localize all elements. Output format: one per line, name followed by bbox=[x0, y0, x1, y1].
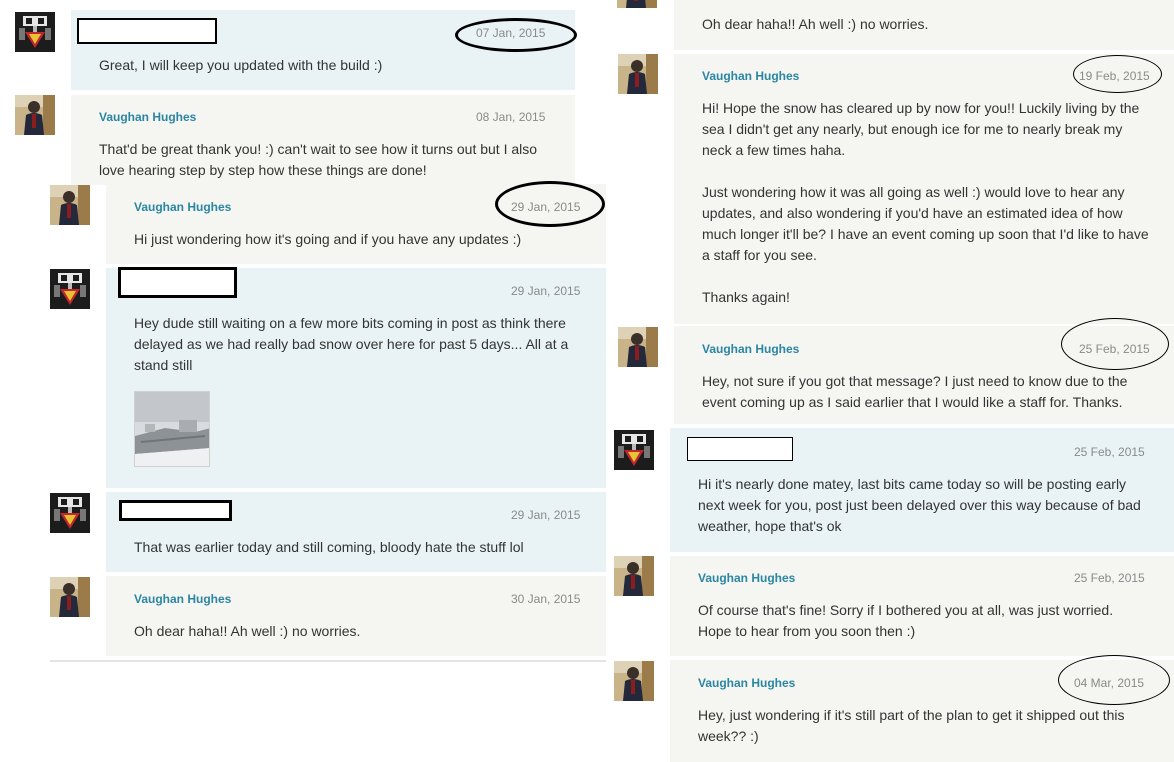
date-annotation-circle bbox=[1073, 55, 1162, 93]
avatar[interactable] bbox=[614, 430, 654, 470]
avatar[interactable] bbox=[15, 12, 55, 52]
avatar[interactable] bbox=[50, 269, 90, 309]
message-date: 25 Feb, 2015 bbox=[1074, 571, 1145, 585]
author-name[interactable]: Vaughan Hughes bbox=[99, 110, 196, 124]
message-text: That was earlier today and still coming,… bbox=[134, 539, 524, 555]
message-text: Hi it's nearly done matey, last bits cam… bbox=[698, 476, 1141, 534]
message-date: 29 Jan, 2015 bbox=[511, 284, 581, 298]
date-annotation-circle bbox=[1058, 655, 1170, 705]
author-name[interactable]: Vaughan Hughes bbox=[702, 69, 799, 83]
avatar[interactable] bbox=[15, 95, 55, 135]
author-name[interactable]: Vaughan Hughes bbox=[134, 200, 231, 214]
avatar[interactable] bbox=[618, 54, 658, 94]
author-name[interactable]: Vaughan Hughes bbox=[698, 676, 795, 690]
message-text: Hey dude still waiting on a few more bit… bbox=[134, 315, 569, 373]
avatar[interactable] bbox=[614, 556, 654, 596]
redacted-username bbox=[77, 18, 217, 44]
date-annotation-circle bbox=[1061, 318, 1169, 370]
message-date: 29 Jan, 2015 bbox=[511, 508, 581, 522]
message-date: 30 Jan, 2015 bbox=[511, 592, 581, 606]
message-date: 25 Feb, 2015 bbox=[1074, 445, 1145, 459]
message-text: Great, I will keep you updated with the … bbox=[99, 57, 383, 73]
divider bbox=[50, 660, 606, 662]
message-text: Oh dear haha!! Ah well :) no worries. bbox=[134, 623, 361, 639]
date-annotation-circle bbox=[455, 18, 577, 52]
redacted-username bbox=[118, 267, 237, 298]
snow-photo-attachment[interactable] bbox=[134, 391, 210, 467]
avatar[interactable] bbox=[618, 327, 658, 367]
author-name[interactable]: Vaughan Hughes bbox=[698, 571, 795, 585]
message-text: Hi just wondering how it's going and if … bbox=[134, 231, 522, 247]
avatar[interactable] bbox=[50, 577, 90, 617]
avatar[interactable] bbox=[617, 0, 657, 8]
avatar[interactable] bbox=[50, 493, 90, 533]
date-annotation-circle bbox=[495, 181, 605, 227]
message-date: 08 Jan, 2015 bbox=[476, 110, 546, 124]
message-text: That'd be great thank you! :) can't wait… bbox=[99, 141, 538, 178]
message-text: Of course that's fine! Sorry if I bother… bbox=[698, 602, 1114, 639]
message-text: Hey, just wondering if it's still part o… bbox=[698, 707, 1125, 744]
avatar[interactable] bbox=[50, 185, 90, 225]
author-name[interactable]: Vaughan Hughes bbox=[134, 592, 231, 606]
message-text: Oh dear haha!! Ah well :) no worries. bbox=[702, 16, 929, 32]
author-name[interactable]: Vaughan Hughes bbox=[702, 342, 799, 356]
redacted-username bbox=[119, 500, 232, 521]
message-bubble bbox=[106, 576, 606, 656]
redacted-username bbox=[687, 437, 793, 461]
message-text: Hey, not sure if you got that message? I… bbox=[702, 373, 1128, 410]
message-text: Hi! Hope the snow has cleared up by now … bbox=[702, 100, 1149, 305]
avatar[interactable] bbox=[614, 661, 654, 701]
